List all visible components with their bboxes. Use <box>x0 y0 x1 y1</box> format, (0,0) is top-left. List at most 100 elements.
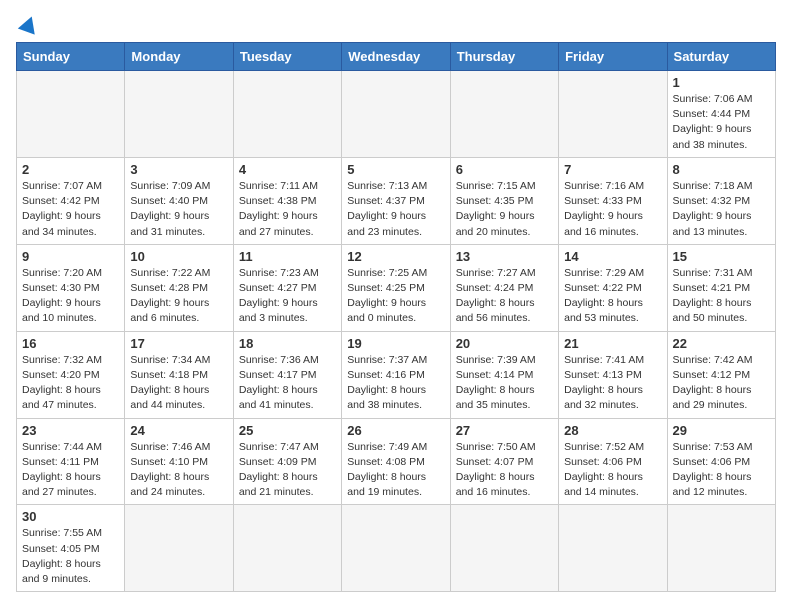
calendar-cell <box>125 505 233 592</box>
day-info: Sunrise: 7:22 AM Sunset: 4:28 PM Dayligh… <box>130 266 227 327</box>
day-number: 25 <box>239 423 336 438</box>
calendar-cell <box>233 71 341 158</box>
day-info: Sunrise: 7:37 AM Sunset: 4:16 PM Dayligh… <box>347 353 444 414</box>
day-number: 17 <box>130 336 227 351</box>
calendar-cell: 21Sunrise: 7:41 AM Sunset: 4:13 PM Dayli… <box>559 331 667 418</box>
calendar-cell: 22 Sunrise: 7:42 AM Sunset: 4:12 PM Dayli… <box>667 331 775 418</box>
day-info: Sunrise: 7:46 AM Sunset: 4:10 PM Dayligh… <box>130 440 227 501</box>
day-number: 30 <box>22 509 119 524</box>
calendar-cell: 24 Sunrise: 7:46 AM Sunset: 4:10 PM Dayli… <box>125 418 233 505</box>
day-number: 12 <box>347 249 444 264</box>
calendar-cell: 28Sunrise: 7:52 AM Sunset: 4:06 PM Dayli… <box>559 418 667 505</box>
calendar-cell: 1Sunrise: 7:06 AM Sunset: 4:44 PM Daylig… <box>667 71 775 158</box>
day-number: 1 <box>673 75 770 90</box>
calendar-cell: 11 Sunrise: 7:23 AM Sunset: 4:27 PM Dayli… <box>233 244 341 331</box>
day-number: 19 <box>347 336 444 351</box>
day-number: 24 <box>130 423 227 438</box>
day-info: Sunrise: 7:36 AM Sunset: 4:17 PM Dayligh… <box>239 353 336 414</box>
day-info: Sunrise: 7:42 AM Sunset: 4:12 PM Dayligh… <box>673 353 770 414</box>
day-info: Sunrise: 7:13 AM Sunset: 4:37 PM Dayligh… <box>347 179 444 240</box>
day-number: 7 <box>564 162 661 177</box>
calendar-cell: 25 Sunrise: 7:47 AM Sunset: 4:09 PM Dayli… <box>233 418 341 505</box>
calendar-cell: 23Sunrise: 7:44 AM Sunset: 4:11 PM Dayli… <box>17 418 125 505</box>
day-info: Sunrise: 7:25 AM Sunset: 4:25 PM Dayligh… <box>347 266 444 327</box>
day-info: Sunrise: 7:23 AM Sunset: 4:27 PM Dayligh… <box>239 266 336 327</box>
day-number: 13 <box>456 249 553 264</box>
calendar-cell: 14 Sunrise: 7:29 AM Sunset: 4:22 PM Dayli… <box>559 244 667 331</box>
weekday-header-tuesday: Tuesday <box>233 43 341 71</box>
day-info: Sunrise: 7:47 AM Sunset: 4:09 PM Dayligh… <box>239 440 336 501</box>
calendar-cell: 18 Sunrise: 7:36 AM Sunset: 4:17 PM Dayli… <box>233 331 341 418</box>
day-info: Sunrise: 7:49 AM Sunset: 4:08 PM Dayligh… <box>347 440 444 501</box>
day-number: 6 <box>456 162 553 177</box>
day-info: Sunrise: 7:18 AM Sunset: 4:32 PM Dayligh… <box>673 179 770 240</box>
calendar-week-row: 1Sunrise: 7:06 AM Sunset: 4:44 PM Daylig… <box>17 71 776 158</box>
calendar-cell <box>450 505 558 592</box>
calendar-cell <box>17 71 125 158</box>
calendar-cell: 29Sunrise: 7:53 AM Sunset: 4:06 PM Dayli… <box>667 418 775 505</box>
calendar-cell: 8 Sunrise: 7:18 AM Sunset: 4:32 PM Daylig… <box>667 157 775 244</box>
calendar-cell <box>559 505 667 592</box>
calendar-table: SundayMondayTuesdayWednesdayThursdayFrid… <box>16 42 776 592</box>
weekday-header-wednesday: Wednesday <box>342 43 450 71</box>
day-number: 16 <box>22 336 119 351</box>
day-number: 26 <box>347 423 444 438</box>
calendar-cell: 9 Sunrise: 7:20 AM Sunset: 4:30 PM Daylig… <box>17 244 125 331</box>
calendar-cell: 13 Sunrise: 7:27 AM Sunset: 4:24 PM Dayli… <box>450 244 558 331</box>
calendar-cell: 7 Sunrise: 7:16 AM Sunset: 4:33 PM Daylig… <box>559 157 667 244</box>
calendar-cell: 19 Sunrise: 7:37 AM Sunset: 4:16 PM Dayli… <box>342 331 450 418</box>
day-number: 3 <box>130 162 227 177</box>
calendar-cell: 15 Sunrise: 7:31 AM Sunset: 4:21 PM Dayli… <box>667 244 775 331</box>
day-number: 8 <box>673 162 770 177</box>
calendar-cell: 20 Sunrise: 7:39 AM Sunset: 4:14 PM Dayli… <box>450 331 558 418</box>
day-info: Sunrise: 7:29 AM Sunset: 4:22 PM Dayligh… <box>564 266 661 327</box>
day-info: Sunrise: 7:34 AM Sunset: 4:18 PM Dayligh… <box>130 353 227 414</box>
day-info: Sunrise: 7:53 AM Sunset: 4:06 PM Dayligh… <box>673 440 770 501</box>
day-number: 11 <box>239 249 336 264</box>
day-info: Sunrise: 7:55 AM Sunset: 4:05 PM Dayligh… <box>22 526 119 587</box>
calendar-cell <box>667 505 775 592</box>
calendar-cell: 30 Sunrise: 7:55 AM Sunset: 4:05 PM Dayli… <box>17 505 125 592</box>
day-info: Sunrise: 7:15 AM Sunset: 4:35 PM Dayligh… <box>456 179 553 240</box>
day-number: 4 <box>239 162 336 177</box>
day-number: 28 <box>564 423 661 438</box>
day-info: Sunrise: 7:07 AM Sunset: 4:42 PM Dayligh… <box>22 179 119 240</box>
day-info: Sunrise: 7:20 AM Sunset: 4:30 PM Dayligh… <box>22 266 119 327</box>
weekday-header-friday: Friday <box>559 43 667 71</box>
calendar-cell: 5 Sunrise: 7:13 AM Sunset: 4:37 PM Daylig… <box>342 157 450 244</box>
calendar-week-row: 2 Sunrise: 7:07 AM Sunset: 4:42 PM Daylig… <box>17 157 776 244</box>
calendar-cell: 2 Sunrise: 7:07 AM Sunset: 4:42 PM Daylig… <box>17 157 125 244</box>
calendar-cell: 27Sunrise: 7:50 AM Sunset: 4:07 PM Dayli… <box>450 418 558 505</box>
calendar-week-row: 23Sunrise: 7:44 AM Sunset: 4:11 PM Dayli… <box>17 418 776 505</box>
calendar-week-row: 9 Sunrise: 7:20 AM Sunset: 4:30 PM Daylig… <box>17 244 776 331</box>
day-info: Sunrise: 7:31 AM Sunset: 4:21 PM Dayligh… <box>673 266 770 327</box>
day-number: 10 <box>130 249 227 264</box>
weekday-header-monday: Monday <box>125 43 233 71</box>
day-number: 27 <box>456 423 553 438</box>
day-number: 18 <box>239 336 336 351</box>
day-number: 9 <box>22 249 119 264</box>
day-number: 14 <box>564 249 661 264</box>
day-number: 2 <box>22 162 119 177</box>
day-number: 20 <box>456 336 553 351</box>
day-number: 22 <box>673 336 770 351</box>
calendar-cell: 6 Sunrise: 7:15 AM Sunset: 4:35 PM Daylig… <box>450 157 558 244</box>
weekday-header-thursday: Thursday <box>450 43 558 71</box>
calendar-header-row: SundayMondayTuesdayWednesdayThursdayFrid… <box>17 43 776 71</box>
calendar-cell: 17 Sunrise: 7:34 AM Sunset: 4:18 PM Dayli… <box>125 331 233 418</box>
calendar-cell: 12 Sunrise: 7:25 AM Sunset: 4:25 PM Dayli… <box>342 244 450 331</box>
day-info: Sunrise: 7:32 AM Sunset: 4:20 PM Dayligh… <box>22 353 119 414</box>
day-info: Sunrise: 7:27 AM Sunset: 4:24 PM Dayligh… <box>456 266 553 327</box>
day-number: 15 <box>673 249 770 264</box>
calendar-cell <box>450 71 558 158</box>
weekday-header-saturday: Saturday <box>667 43 775 71</box>
calendar-cell <box>342 71 450 158</box>
header <box>16 16 776 34</box>
day-info: Sunrise: 7:09 AM Sunset: 4:40 PM Dayligh… <box>130 179 227 240</box>
day-info: Sunrise: 7:39 AM Sunset: 4:14 PM Dayligh… <box>456 353 553 414</box>
day-number: 23 <box>22 423 119 438</box>
day-info: Sunrise: 7:16 AM Sunset: 4:33 PM Dayligh… <box>564 179 661 240</box>
day-number: 21 <box>564 336 661 351</box>
calendar-cell <box>233 505 341 592</box>
day-number: 5 <box>347 162 444 177</box>
